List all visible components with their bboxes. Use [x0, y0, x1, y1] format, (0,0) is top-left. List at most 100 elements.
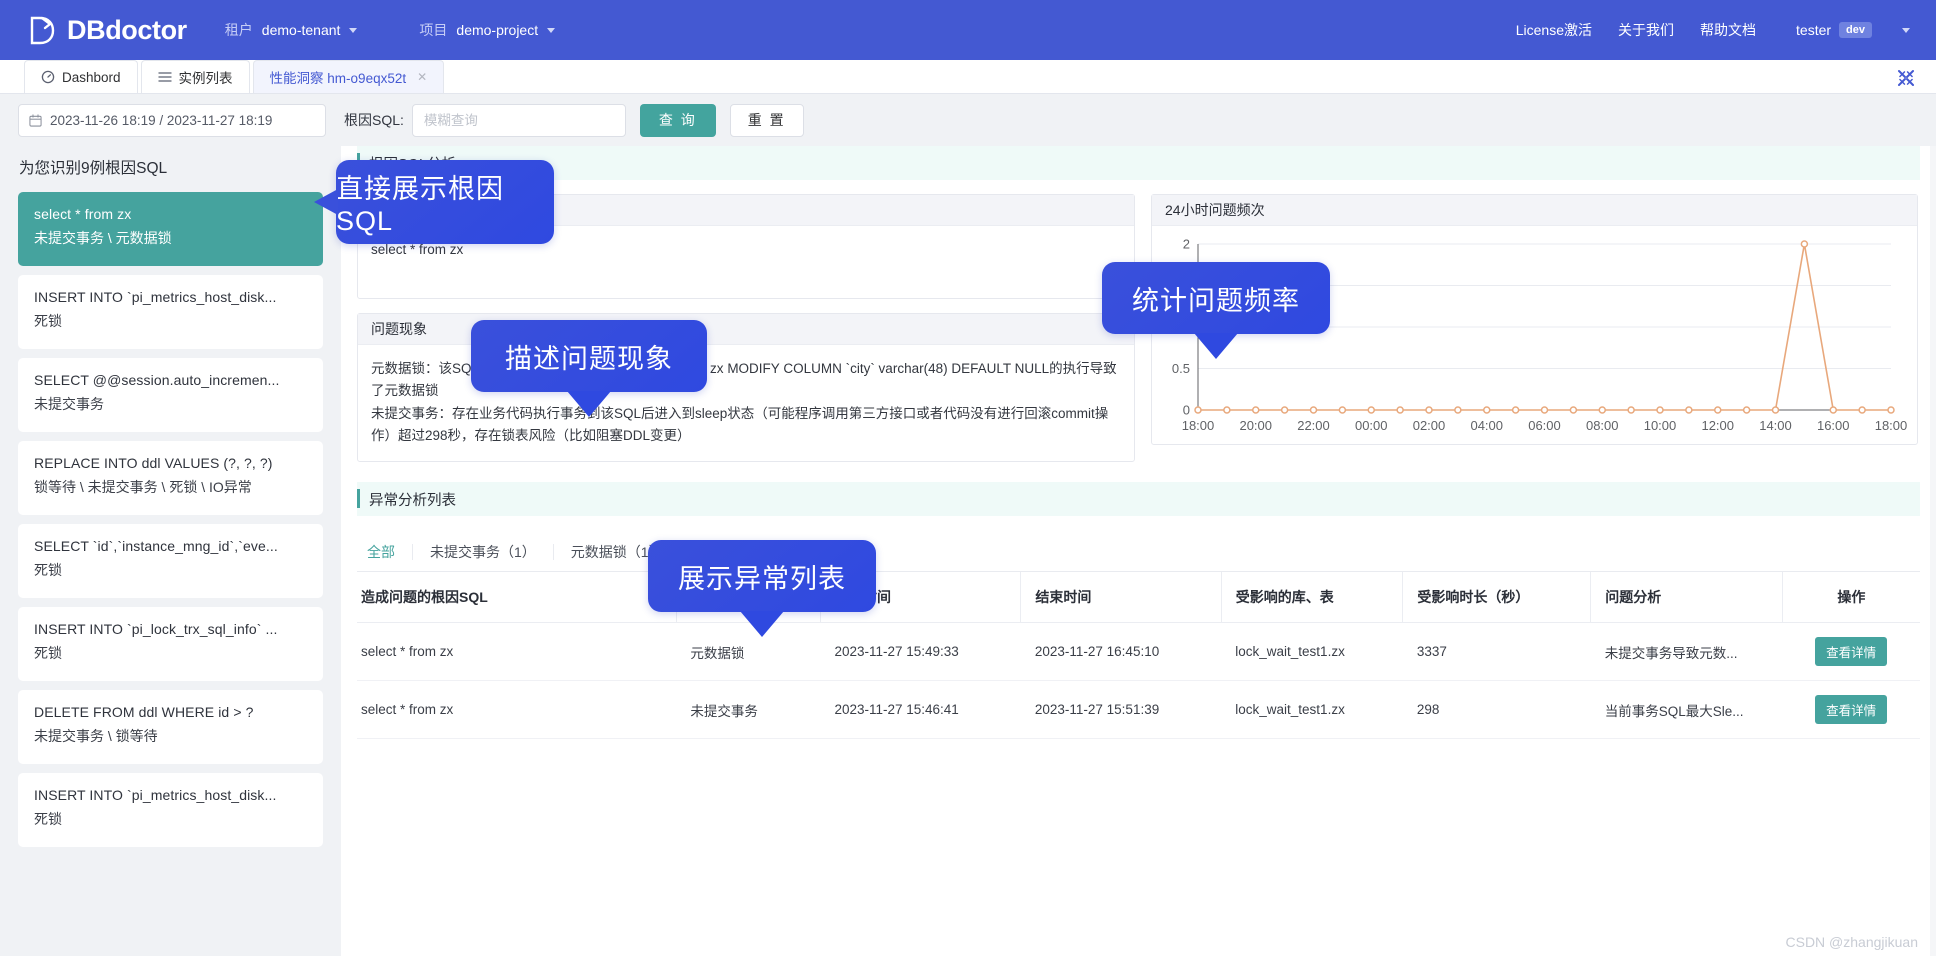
project-label: 项目: [419, 22, 448, 38]
table-body: select * from zx 元数据锁 2023-11-27 15:49:33 2…: [357, 622, 1920, 739]
chart-data-point: [1252, 406, 1260, 414]
sidebar-sql-card[interactable]: SELECT @@session.auto_incremen... 未提交事务: [18, 358, 323, 432]
sidebar-sql-card[interactable]: INSERT INTO `pi_metrics_host_disk... 死锁: [18, 773, 323, 847]
table-row: select * from zx 未提交事务 2023-11-27 15:46:41…: [357, 680, 1920, 739]
table-cell-start: 2023-11-27 15:46:41: [820, 680, 1021, 739]
table-cell-end: 2023-11-27 16:45:10: [1020, 622, 1222, 681]
chart-data-point: [1742, 406, 1751, 414]
view-detail-button[interactable]: 查看详情: [1815, 695, 1888, 724]
sidebar-sql-card[interactable]: DELETE FROM ddl WHERE id > ? 未提交事务 \ 锁等待: [18, 690, 323, 764]
table-cell-analysis: 未提交事务导致元数...: [1590, 622, 1783, 681]
sidebar-card-types: 未提交事务 \ 元数据锁: [34, 230, 172, 246]
help-docs-link[interactable]: 帮助文档: [1700, 20, 1756, 40]
chart-x-tick-label: 12:00: [1701, 418, 1734, 433]
license-link[interactable]: License激活: [1516, 20, 1592, 40]
exception-filter-tab[interactable]: 未提交事务（1）: [413, 543, 554, 560]
chevron-down-icon: [349, 27, 358, 33]
chart-data-point: [1483, 406, 1491, 414]
brand-logo[interactable]: DBdoctor: [28, 15, 187, 46]
chart-data-point: [1829, 406, 1837, 414]
about-us-link[interactable]: 关于我们: [1618, 20, 1674, 40]
callout-bubble: 描述问题现象: [471, 320, 707, 417]
project-selector[interactable]: 项目 demo-project: [419, 20, 556, 40]
chart-data-point: [1309, 406, 1318, 414]
tenant-selector[interactable]: 租户 demo-tenant: [225, 20, 358, 40]
table-header-row: 造成问题的根因SQL问题类型开始时间结束时间受影响的库、表受影响时长（秒）问题分…: [357, 572, 1920, 623]
table-column-header: 受影响的库、表: [1220, 572, 1403, 623]
chart-x-tick-label: 02:00: [1413, 418, 1446, 433]
table-cell-start: 2023-11-27 15:49:33: [820, 622, 1021, 681]
exception-section-header: 异常分析列表: [357, 482, 1920, 516]
sidebar-card-sql: select * from zx: [34, 206, 132, 222]
table-cell-analysis: 当前事务SQL最大Sle...: [1590, 680, 1783, 739]
sidebar-sql-card[interactable]: INSERT INTO `pi_lock_trx_sql_info` ... 死锁: [18, 607, 323, 681]
sidebar-card-sql: SELECT @@session.auto_incremen...: [34, 372, 280, 388]
chart-data-point: [1685, 406, 1693, 414]
callout-bubble: 直接展示根因SQL: [314, 160, 554, 244]
tenant-value: demo-tenant: [261, 22, 341, 38]
chart-data-point: [1511, 406, 1520, 414]
callout-tail: [567, 391, 611, 417]
chart-data-point: [1858, 406, 1866, 414]
chart-x-tick-label: 10:00: [1644, 418, 1677, 433]
sidebar-card-types: 死锁: [34, 645, 62, 661]
tab-dashboard[interactable]: Dashbord: [24, 60, 138, 93]
query-button[interactable]: 查 询: [639, 103, 716, 137]
chart-data-point: [1454, 406, 1462, 414]
sidebar-sql-card[interactable]: REPLACE INTO ddl VALUES (?, ?, ?) 锁等待 \ 未…: [18, 441, 323, 515]
view-detail-button[interactable]: 查看详情: [1815, 637, 1888, 666]
chart-x-tick-label: 16:00: [1817, 418, 1850, 433]
frequency-chart: 00.511.5218:0020:0022:0000:0002:0004:000…: [1152, 226, 1917, 445]
sidebar-sql-card[interactable]: SELECT `id`,`instance_mng_id`,`eve... 死锁: [18, 524, 323, 598]
table-cell-end: 2023-11-27 15:51:39: [1020, 680, 1222, 739]
sidebar-list: select * from zx 未提交事务 \ 元数据锁 INSERT INTO …: [0, 192, 341, 847]
gauge-icon: [41, 70, 55, 84]
date-range-picker[interactable]: 2023-11-26 18:19 / 2023-11-27 18:19: [18, 103, 326, 137]
table-column-header: 受影响时长（秒）: [1402, 572, 1591, 623]
frequency-chart-svg: 00.511.5218:0020:0022:0000:0002:0004:000…: [1172, 237, 1907, 434]
close-icon[interactable]: ✕: [417, 70, 427, 84]
app-header: DBdoctor 租户 demo-tenant 项目 demo-project …: [0, 0, 1936, 60]
sql-filter-label: 根因SQL:: [344, 112, 404, 128]
tenant-label: 租户: [224, 22, 253, 38]
chart-data-point: [1338, 406, 1347, 414]
chart-x-tick-label: 18:00: [1182, 418, 1215, 433]
chart-data-point: [1367, 406, 1375, 414]
reset-button[interactable]: 重 置: [729, 103, 804, 137]
callout-text: 展示异常列表: [678, 563, 846, 594]
sidebar-card-types: 未提交事务 \ 锁等待: [34, 728, 158, 744]
sidebar-card-sql: INSERT INTO `pi_metrics_host_disk...: [34, 787, 277, 803]
table-column-header: 造成问题的根因SQL: [357, 572, 677, 623]
chart-y-tick-label: 0: [1183, 403, 1190, 418]
user-menu[interactable]: tester dev: [1796, 22, 1910, 38]
chart-data-point: [1800, 240, 1809, 248]
callout-bubble: 统计问题频率: [1102, 262, 1330, 359]
chart-data-point: [1569, 406, 1578, 414]
phenomenon-line: 未提交事务：存在业务代码执行事务到该SQL后进入到sleep状态（可能程序调用第…: [371, 406, 1109, 443]
tab-instance-list[interactable]: 实例列表: [140, 60, 250, 93]
table-column-header: 操作: [1781, 572, 1920, 623]
vertical-scrollbar[interactable]: [1930, 146, 1936, 956]
chart-data-point: [1714, 406, 1722, 414]
fullscreen-toggle-button[interactable]: [1894, 66, 1918, 90]
user-env-badge: dev: [1839, 22, 1872, 38]
sql-search-input[interactable]: [411, 103, 626, 137]
chart-data-point: [1627, 406, 1635, 414]
frequency-chart-title: 24小时问题频次: [1152, 195, 1917, 226]
date-range-value: 2023-11-26 18:19 / 2023-11-27 18:19: [50, 112, 273, 128]
sidebar-sql-card[interactable]: INSERT INTO `pi_metrics_host_disk... 死锁: [18, 275, 323, 349]
sidebar-card-sql: REPLACE INTO ddl VALUES (?, ?, ?): [34, 455, 273, 471]
chart-data-point: [1771, 406, 1780, 414]
sidebar-sql-card[interactable]: select * from zx 未提交事务 \ 元数据锁: [18, 192, 323, 266]
chart-data-point: [1887, 406, 1895, 414]
sidebar-card-sql: INSERT INTO `pi_lock_trx_sql_info` ...: [34, 621, 278, 637]
tab-performance-insight[interactable]: 性能洞察 hm-o9eqx52t ✕: [252, 60, 445, 93]
root-cause-sidebar: 为您识别9例根因SQL select * from zx 未提交事务 \ 元数据锁…: [0, 146, 341, 956]
table-column-header: 结束时间: [1020, 572, 1222, 623]
sidebar-card-types: 死锁: [34, 811, 62, 827]
exception-section-title: 异常分析列表: [369, 492, 456, 509]
exception-filter-tab[interactable]: 全部: [357, 543, 413, 560]
table-cell-duration: 3337: [1402, 622, 1591, 681]
exception-filter-tabs: 全部 未提交事务（1） 元数据锁（1）: [357, 532, 1920, 572]
table-cell-sql: select * from zx: [357, 622, 677, 681]
